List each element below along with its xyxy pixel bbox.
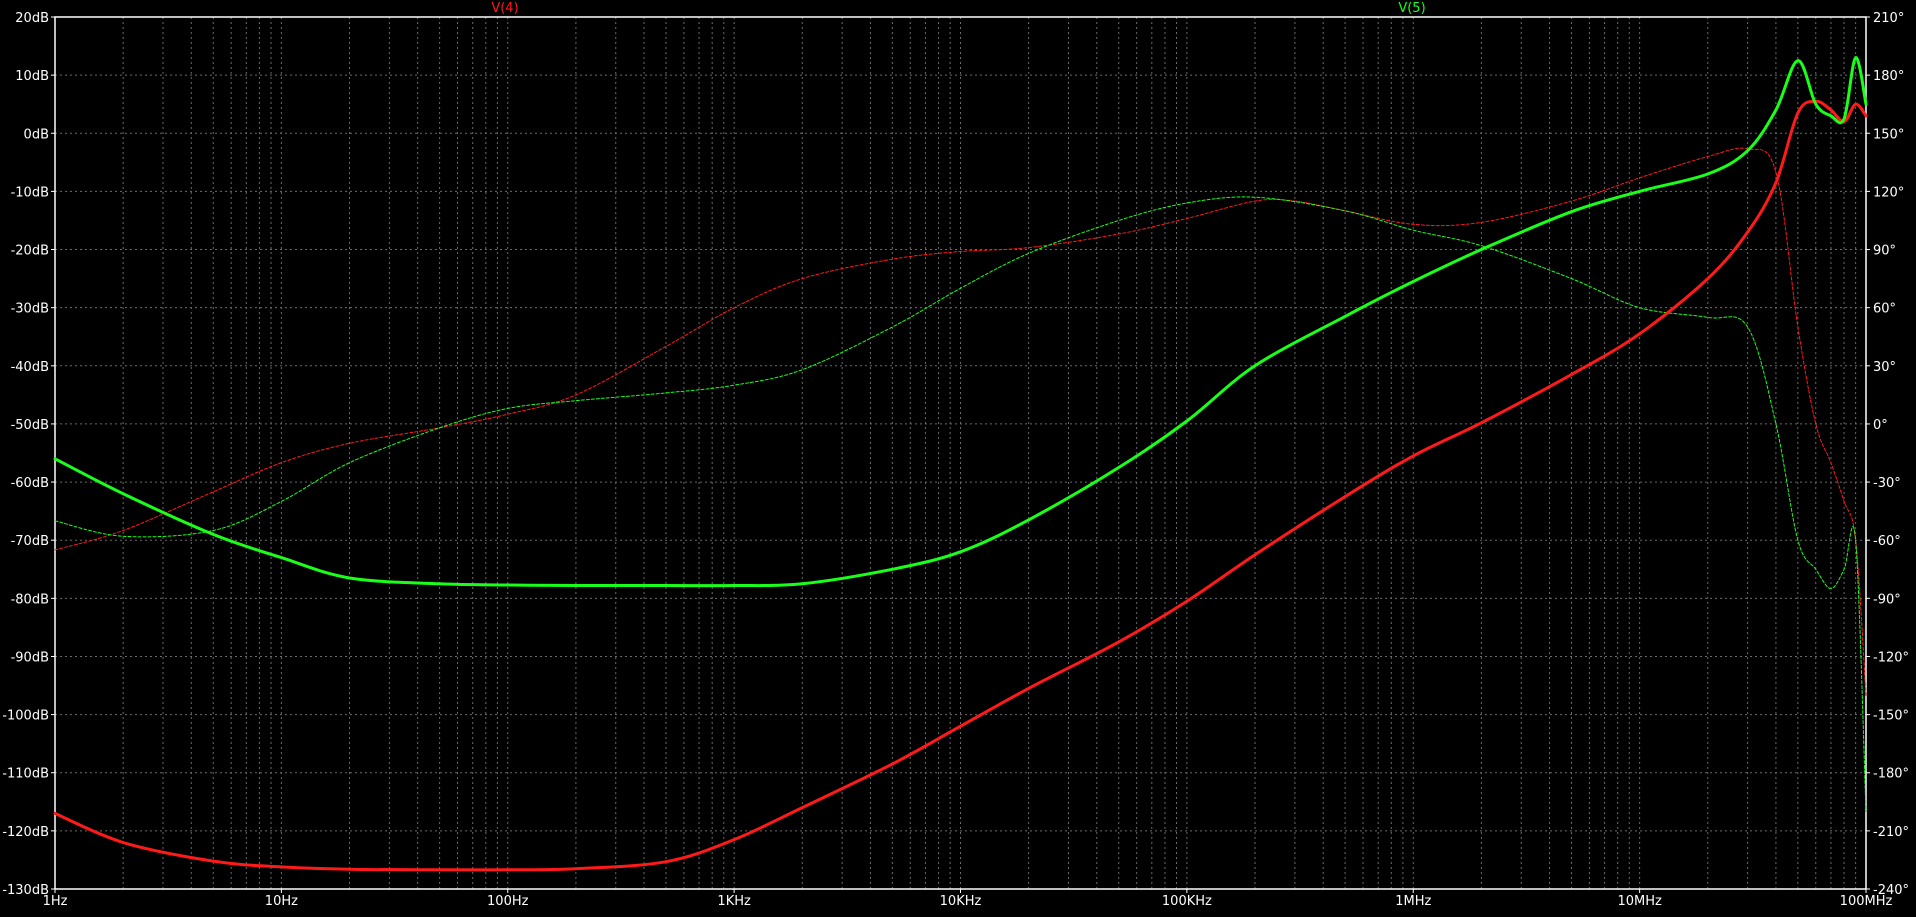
y-right-tick-label: -120° [1873,650,1909,665]
y-left-tick-label: 20dB [15,11,49,26]
y-left-tick-label: -40dB [11,360,49,375]
x-tick-label: 100Hz [487,894,529,909]
bode-plot: 1Hz 10Hz 100Hz 1KHz 10KHz 100KHz 1MHz 10MHz 100M… [0,0,1916,917]
y-left-tick-label: -30dB [11,302,49,317]
y-right-tick-label: -210° [1873,825,1909,840]
y-right-tick-label: 210° [1873,11,1904,26]
y-left-tick-label: -60dB [11,476,49,491]
trace-label-v4[interactable]: V(4) [491,1,518,16]
y-left-tick-label: -100dB [2,709,49,724]
y-right-tick-label: -30° [1873,476,1901,491]
y-right-tick-label: 0° [1873,418,1888,433]
y-right-tick-label: -240° [1873,883,1909,898]
y-right-tick-label: -180° [1873,767,1909,782]
x-tick-label: 1MHz [1395,894,1431,909]
x-tick-label: 10KHz [940,894,982,909]
y-left-tick-label: -70dB [11,534,49,549]
plot-background [0,0,1916,917]
y-left-tick-label: -130dB [2,883,49,898]
y-left-tick-label: -50dB [11,418,49,433]
y-left-tick-label: -10dB [11,185,49,200]
y-right-tick-label: 30° [1873,360,1896,375]
y-right-tick-label: 60° [1873,302,1896,317]
x-tick-label: 10MHz [1617,894,1662,909]
x-tick-label: 100KHz [1162,894,1212,909]
y-left-tick-label: -120dB [2,825,49,840]
y-right-tick-label: 180° [1873,69,1904,84]
y-right-tick-label: -150° [1873,709,1909,724]
y-left-tick-label: 0dB [24,127,49,142]
y-left-tick-label: -110dB [2,767,49,782]
x-tick-label: 1KHz [717,894,751,909]
trace-label-v5[interactable]: V(5) [1398,1,1425,16]
y-right-tick-label: 90° [1873,244,1896,259]
x-tick-label: 10Hz [265,894,298,909]
y-right-tick-label: 120° [1873,185,1904,200]
y-right-tick-label: -60° [1873,534,1901,549]
y-left-tick-label: 10dB [15,69,49,84]
y-left-tick-label: -20dB [11,244,49,259]
y-left-tick-label: -80dB [11,592,49,607]
y-right-tick-label: -90° [1873,592,1901,607]
y-right-tick-label: 150° [1873,127,1904,142]
y-left-tick-label: -90dB [11,650,49,665]
